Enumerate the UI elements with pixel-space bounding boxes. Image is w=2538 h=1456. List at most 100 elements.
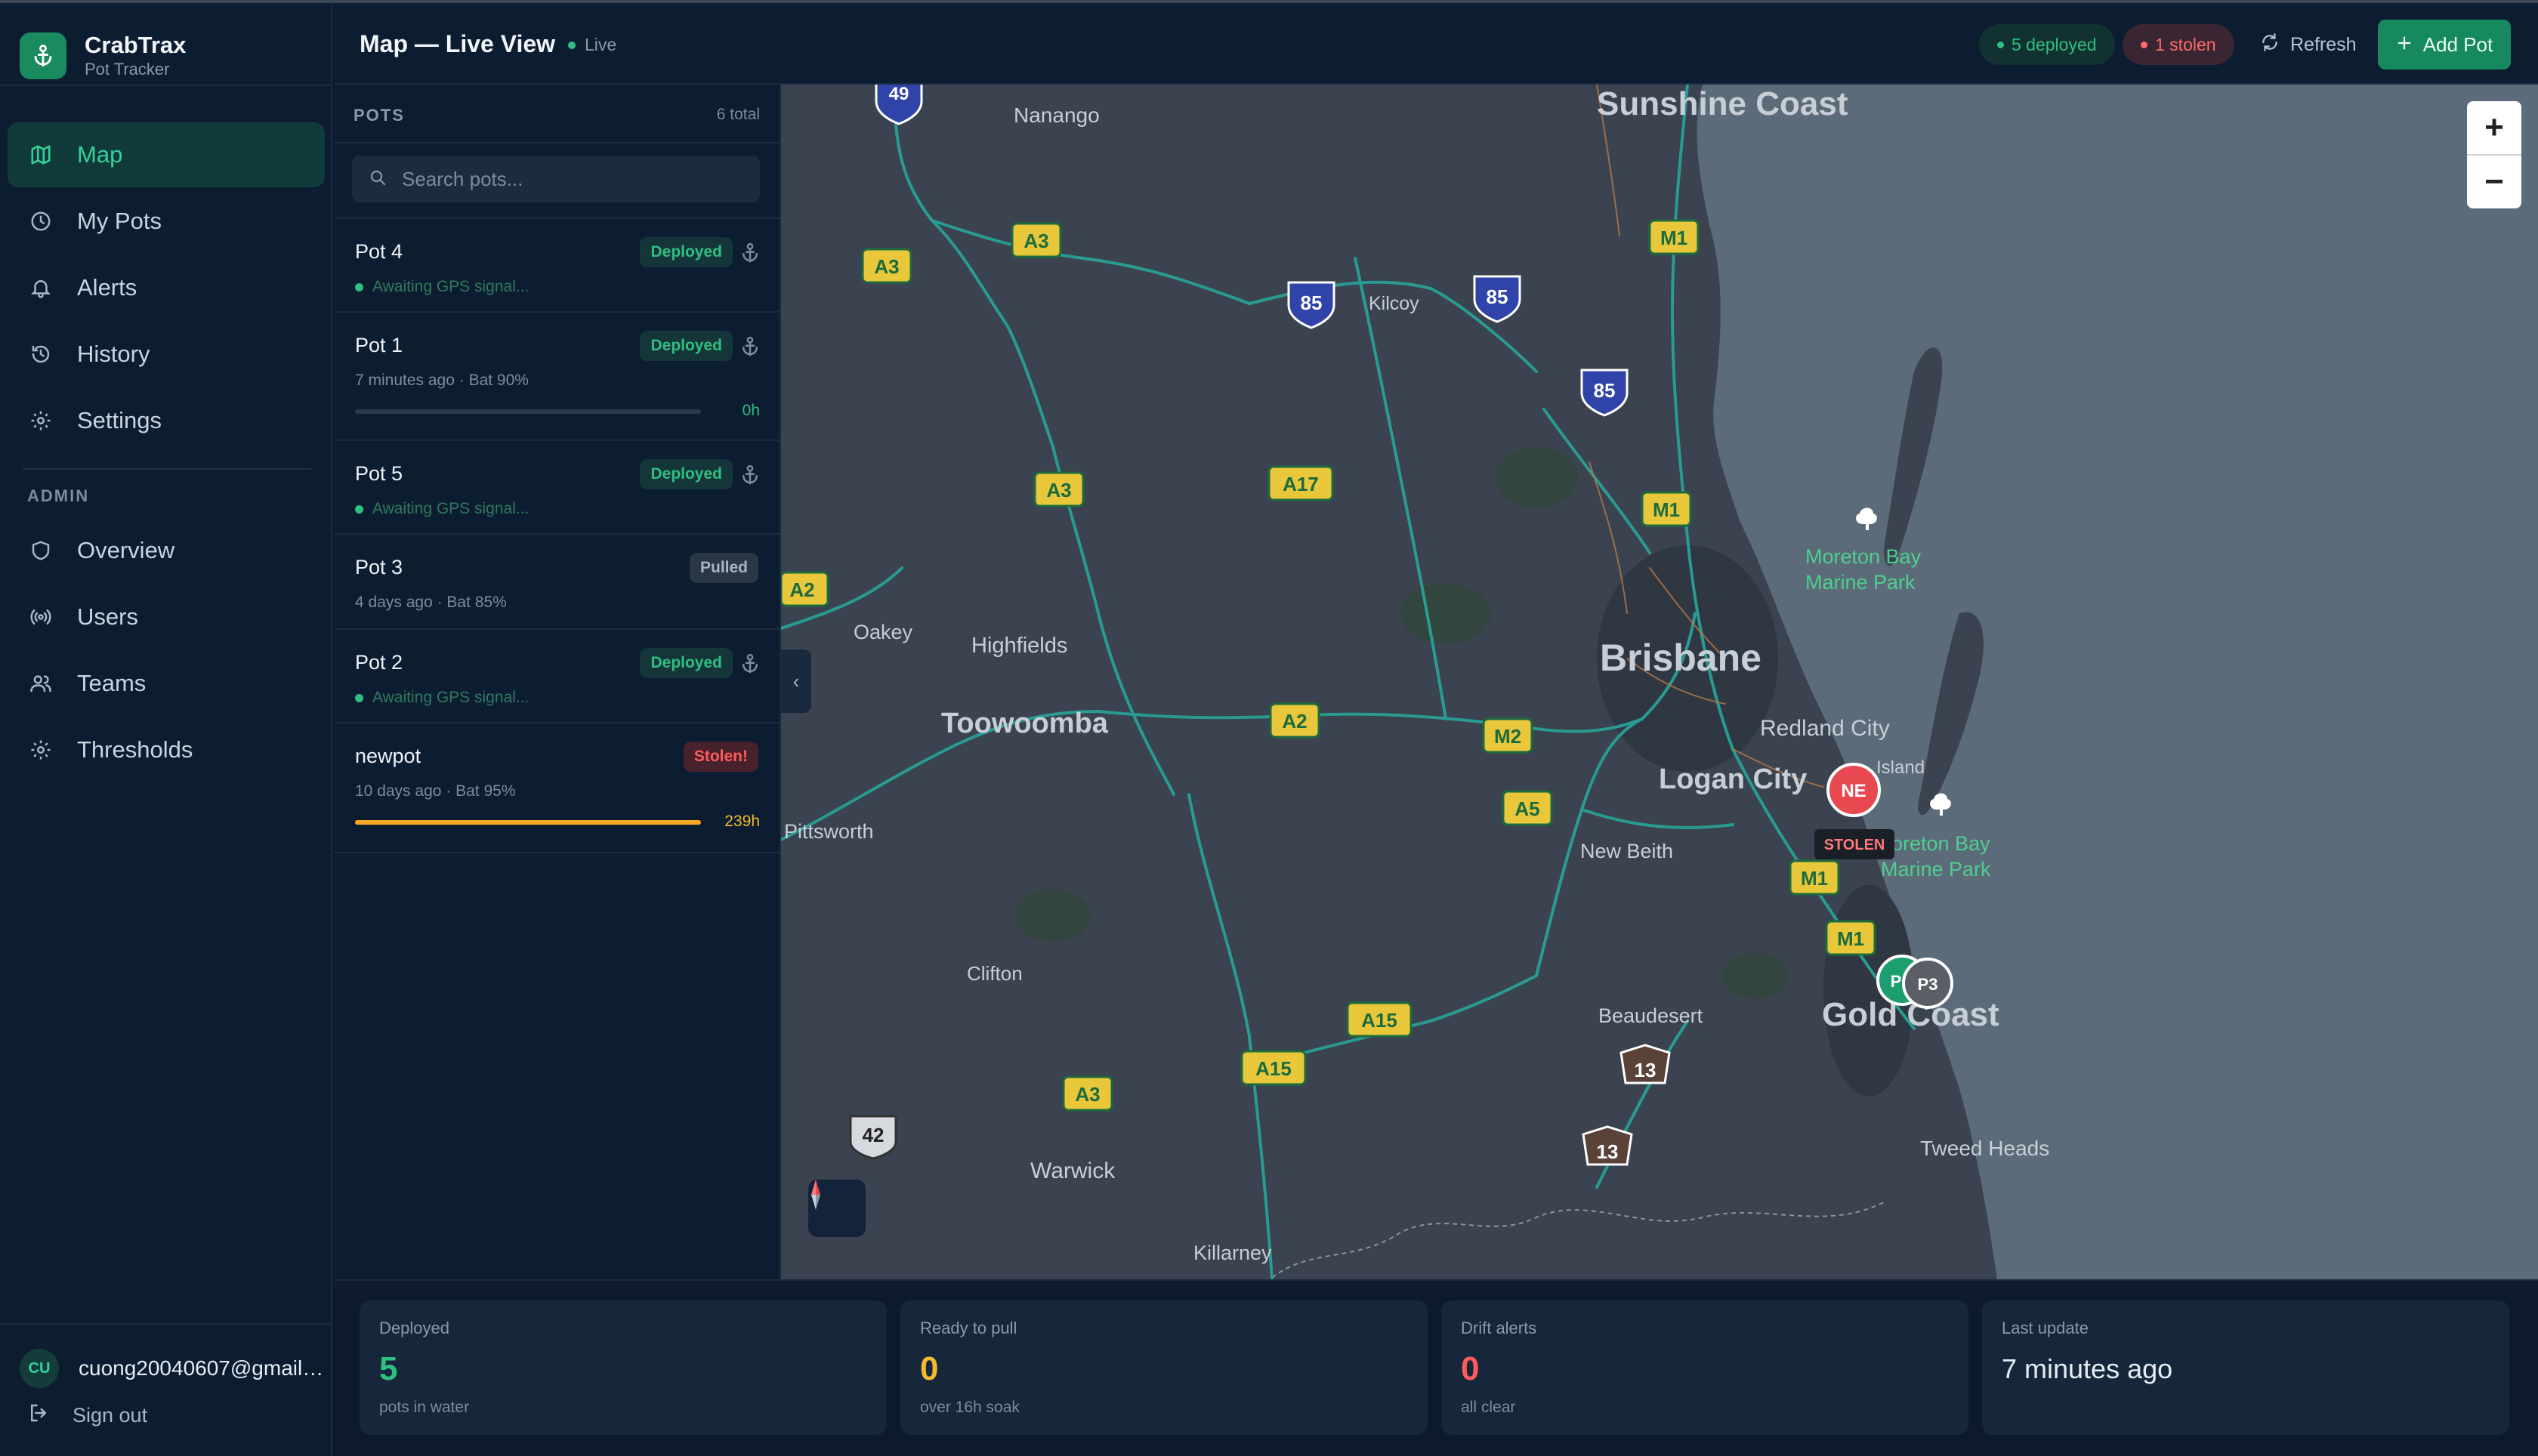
gps-dot-icon: [355, 282, 363, 292]
svg-text:M1: M1: [1660, 227, 1687, 249]
road-shield: M2: [1482, 717, 1533, 754]
svg-text:85: 85: [1594, 379, 1616, 402]
pot-list-item[interactable]: Pot 5 Deployed Awaiting GPS signal...: [334, 441, 780, 535]
soak-hours: 239h: [724, 813, 760, 830]
refresh-button[interactable]: Refresh: [2260, 24, 2357, 65]
place-label: Island: [1876, 757, 1925, 778]
stat-card-deployed: Deployed 5 pots in water: [360, 1300, 887, 1435]
pots-panel: POTS 6 total Search pots... Pot 4 Deploy…: [334, 85, 781, 1279]
pot-status-text: Awaiting GPS signal...: [372, 500, 530, 517]
park-label: Moreton Bay: [1805, 545, 1922, 568]
svg-text:A3: A3: [1024, 230, 1048, 252]
place-label: Beaudesert: [1598, 1004, 1703, 1027]
pot-list-item[interactable]: newpot Stolen! 10 days ago · Bat 95% 239…: [334, 723, 780, 853]
brand[interactable]: CrabTrax Pot Tracker: [20, 32, 186, 80]
sidebar-item-history[interactable]: History: [8, 322, 325, 387]
pot-list-item[interactable]: Pot 2 Deployed Awaiting GPS signal...: [334, 630, 780, 723]
gear-icon: [27, 407, 54, 434]
road-shield: 49: [875, 85, 923, 125]
zoom-out-button[interactable]: −: [2467, 156, 2521, 208]
pot-name: Pot 5: [355, 462, 403, 485]
stolen-pot-marker[interactable]: NE: [1826, 763, 1881, 817]
sidebar-item-thresholds[interactable]: Thresholds: [8, 717, 325, 782]
add-pot-button[interactable]: Add Pot: [2378, 20, 2511, 69]
road-shield: 13: [1582, 1125, 1633, 1166]
live-indicator: Live: [568, 35, 616, 55]
refresh-icon: [2260, 32, 2280, 57]
pot-name: Pot 4: [355, 240, 403, 263]
sign-out-button[interactable]: Sign out: [27, 1402, 147, 1430]
status-dot-icon: [1997, 41, 2004, 48]
svg-text:A3: A3: [874, 255, 899, 278]
zoom-in-button[interactable]: +: [2467, 101, 2521, 154]
stat-label: Drift alerts: [1461, 1319, 1537, 1337]
map-view[interactable]: Sunshine Coast Nanango Kilcoy Brisbane R…: [781, 85, 2538, 1279]
sidebar-item-alerts[interactable]: Alerts: [8, 255, 325, 320]
pot-list-item[interactable]: Pot 3 Pulled 4 days ago · Bat 85%: [334, 535, 780, 630]
map-canvas[interactable]: Sunshine Coast Nanango Kilcoy Brisbane R…: [781, 85, 2538, 1279]
anchor-icon[interactable]: [739, 652, 761, 675]
sidebar-item-teams[interactable]: Teams: [8, 651, 325, 716]
road-shield: 85: [1580, 369, 1629, 417]
sidebar-item-label: Map: [77, 141, 123, 168]
bell-icon: [27, 274, 54, 301]
anchor-icon[interactable]: [739, 242, 761, 264]
sidebar-item-map[interactable]: Map: [8, 122, 325, 187]
search-input[interactable]: Search pots...: [352, 156, 760, 202]
place-label: Highfields: [971, 634, 1067, 658]
stolen-count-label: 1 stolen: [2155, 34, 2216, 54]
sidebar-item-settings[interactable]: Settings: [8, 388, 325, 453]
pot-name: Pot 1: [355, 334, 403, 356]
stolen-tag: STOLEN: [1814, 829, 1894, 859]
soak-progress-bar: [355, 409, 701, 414]
top-bar: Map — Live View Live 5 deployed 1 stolen…: [334, 3, 2538, 85]
park-area: [1495, 447, 1578, 507]
user-email: cuong20040607@gmail…: [79, 1356, 324, 1380]
anchor-logo-icon: [20, 32, 66, 79]
anchor-icon[interactable]: [739, 335, 761, 358]
place-label: Warwick: [1030, 1158, 1116, 1183]
sidebar-item-label: Settings: [77, 407, 162, 433]
sidebar-item-users[interactable]: Users: [8, 585, 325, 649]
pot-list-item[interactable]: Pot 4 Deployed Awaiting GPS signal...: [334, 219, 780, 313]
svg-text:A2: A2: [1282, 710, 1307, 733]
pot-name: Pot 3: [355, 556, 403, 578]
place-label: Toowoomba: [941, 708, 1109, 739]
place-label: Sunshine Coast: [1597, 85, 1848, 122]
sidebar-divider: [0, 1323, 332, 1325]
svg-text:85: 85: [1301, 292, 1323, 314]
refresh-label: Refresh: [2290, 33, 2357, 55]
anchor-icon[interactable]: [739, 464, 761, 486]
svg-text:42: 42: [863, 1124, 885, 1146]
stat-label: Last update: [2002, 1319, 2089, 1337]
user-account[interactable]: CU cuong20040607@gmail…: [20, 1349, 323, 1388]
admin-heading: ADMIN: [27, 486, 90, 505]
compass-button[interactable]: [808, 1180, 866, 1237]
collapse-panel-button[interactable]: ‹: [781, 649, 811, 713]
road-shield: A2: [1269, 702, 1320, 739]
svg-text:49: 49: [889, 85, 909, 104]
pot-marker[interactable]: P3: [1902, 958, 1953, 1009]
deployed-count-label: 5 deployed: [2012, 34, 2097, 54]
stats-bar: Deployed 5 pots in water Ready to pull 0…: [334, 1279, 2538, 1456]
park-area: [1400, 583, 1491, 643]
sidebar-divider: [0, 85, 332, 86]
svg-text:M1: M1: [1653, 498, 1680, 521]
svg-text:P3: P3: [1918, 975, 1938, 994]
add-pot-label: Add Pot: [2422, 32, 2493, 56]
avatar: CU: [20, 1349, 59, 1388]
pot-status-text: 7 minutes ago · Bat 90%: [355, 372, 529, 389]
sea-area: [1697, 85, 2538, 1279]
stat-value: 7 minutes ago: [2002, 1353, 2173, 1384]
stat-card-last-update: Last update 7 minutes ago: [1982, 1300, 2509, 1435]
chevron-left-icon: ‹: [792, 669, 800, 693]
stat-value: 5: [379, 1350, 398, 1387]
road-shield: A15: [1240, 1050, 1307, 1086]
sidebar-item-overview[interactable]: Overview: [8, 518, 325, 583]
app-subtitle: Pot Tracker: [85, 60, 170, 79]
sidebar-item-my-pots[interactable]: My Pots: [8, 189, 325, 254]
place-label: Brisbane: [1600, 637, 1761, 679]
pot-list-item[interactable]: Pot 1 Deployed 7 minutes ago · Bat 90% 0…: [334, 313, 780, 441]
road-shield: A3: [1062, 1075, 1113, 1112]
stat-value: 0: [1461, 1350, 1480, 1387]
